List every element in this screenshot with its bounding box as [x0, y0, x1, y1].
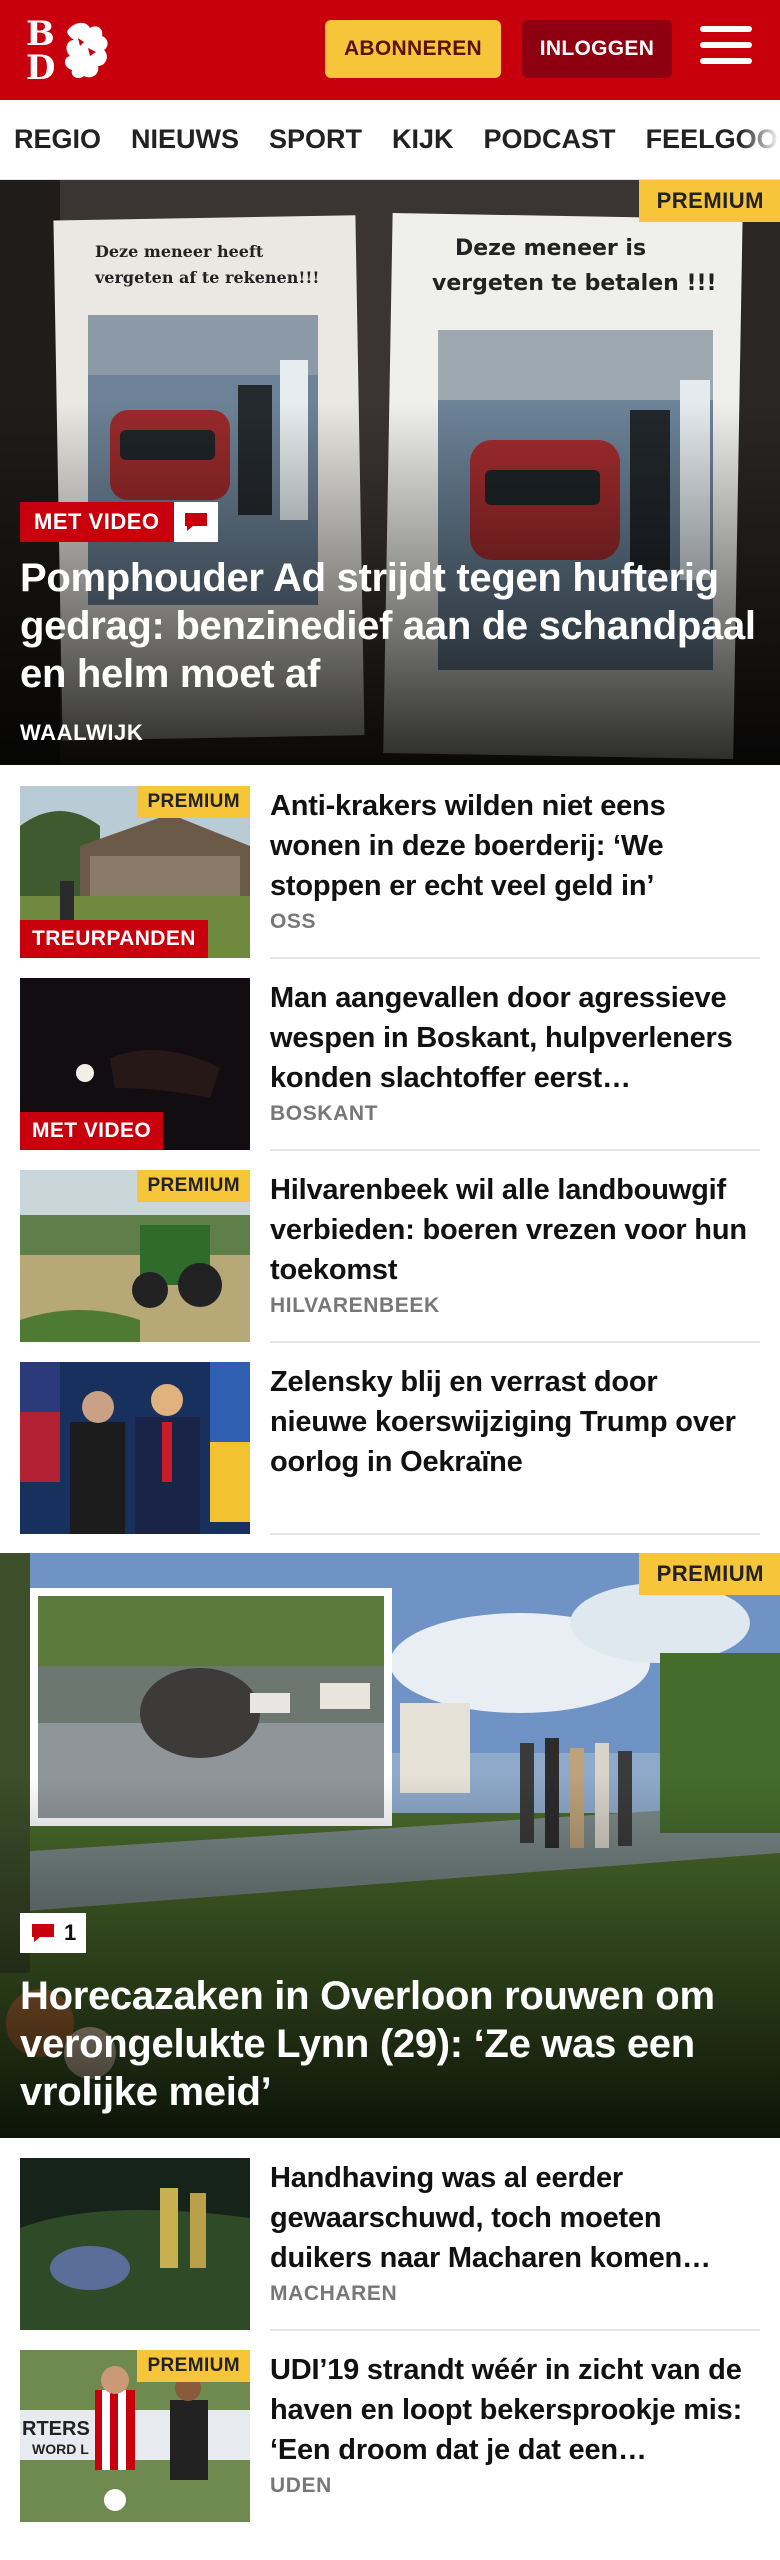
menu-icon[interactable]: [700, 26, 752, 72]
divider: [270, 1341, 760, 1343]
svg-text:vergeten te betalen !!!: vergeten te betalen !!!: [432, 271, 717, 296]
sign-left-text: Deze meneer heeft: [95, 242, 264, 261]
svg-text:Deze meneer is: Deze meneer is: [455, 236, 646, 261]
comment-icon: [173, 502, 218, 542]
hero-location: WAALWIJK: [20, 720, 144, 745]
logo-letter-d: D: [26, 48, 56, 88]
article-title[interactable]: Hilvarenbeek wil alle landbouw­gif verbi…: [270, 1170, 760, 1290]
hero-article-2[interactable]: PREMIUM 1 Horecazaken in Overloon rouwen…: [0, 1553, 780, 2138]
comment-count-badge[interactable]: 1: [20, 1913, 87, 1953]
section-nav: REGIO NIEUWS SPORT KIJK PODCAST FEELGOOD: [0, 100, 780, 180]
hero-title[interactable]: Horecazaken in Overloon rouwen om verong…: [20, 1972, 760, 2116]
lion-icon: [64, 22, 108, 78]
divider: [270, 1149, 760, 1151]
premium-badge: PREMIUM: [638, 180, 780, 222]
article-thumbnail: RTERS CL WORD L PREMIUM: [20, 2350, 250, 2522]
nav-item-kijk[interactable]: KIJK: [392, 124, 454, 155]
article-thumbnail: [20, 2158, 250, 2330]
article-title[interactable]: Zelensky blij en verrast door nieuwe koe…: [270, 1362, 760, 1482]
hero-article-1[interactable]: Deze meneer heeft vergeten af te rekenen…: [0, 180, 780, 765]
logo[interactable]: B D: [26, 14, 114, 88]
article-location: MACHAREN: [270, 2282, 398, 2305]
article-title[interactable]: UDI’19 strandt wéér in zicht van de have…: [270, 2350, 760, 2470]
video-badge: MET VIDEO: [20, 502, 218, 542]
article-location: BOSKANT: [270, 1102, 379, 1125]
article-title[interactable]: Handhaving was al eerder gewaarschuwd, t…: [270, 2158, 760, 2278]
premium-badge: PREMIUM: [638, 1553, 780, 1595]
article-title[interactable]: Anti-krakers wilden niet eens wonen in d…: [270, 786, 760, 906]
article-thumbnail: PREMIUM TREURPANDEN: [20, 786, 250, 958]
article-title[interactable]: Man aangevallen door agressieve wespen i…: [270, 978, 760, 1098]
article-location: HILVARENBEEK: [270, 1294, 440, 1317]
premium-badge: PREMIUM: [137, 1170, 250, 1202]
divider: [270, 1533, 760, 1535]
hero-title[interactable]: Pomphouder Ad strijdt tegen hufterig ged…: [20, 554, 760, 698]
comment-icon: [32, 1924, 54, 1942]
premium-badge: PREMIUM: [137, 2350, 250, 2382]
top-bar: B D ABONNEREN INLOGGEN: [0, 0, 780, 100]
article-item[interactable]: Handhaving was al eerder gewaarschuwd, t…: [20, 2158, 760, 2330]
article-thumbnail: PREMIUM: [20, 1170, 250, 1342]
svg-text:vergeten af te rekenen!!!: vergeten af te rekenen!!!: [94, 268, 319, 287]
comment-count: 1: [64, 1920, 77, 1945]
nav-item-nieuws[interactable]: NIEUWS: [131, 124, 239, 155]
subscribe-button[interactable]: ABONNEREN: [325, 20, 501, 78]
nav-item-regio[interactable]: REGIO: [14, 124, 101, 155]
login-button[interactable]: INLOGGEN: [522, 20, 672, 78]
article-location: OSS: [270, 910, 317, 933]
article-thumbnail: [20, 1362, 250, 1534]
article-item[interactable]: PREMIUM Hilvarenbeek wil alle landbouw­g…: [20, 1170, 760, 1342]
banner-text-2: WORD L: [32, 2441, 89, 2457]
article-item[interactable]: MET VIDEO Man aangevallen door agressiev…: [20, 978, 760, 1150]
article-item[interactable]: PREMIUM TREURPANDEN Anti-krakers wilden …: [20, 786, 760, 958]
premium-badge: PREMIUM: [137, 786, 250, 818]
nav-item-sport[interactable]: SPORT: [269, 124, 362, 155]
category-badge: TREURPANDEN: [20, 920, 208, 958]
article-item[interactable]: RTERS CL WORD L PREMIUM UDI’19 strandt w…: [20, 2350, 760, 2522]
article-location: UDEN: [270, 2474, 332, 2497]
divider: [270, 2329, 760, 2331]
nav-item-podcast[interactable]: PODCAST: [484, 124, 616, 155]
article-item[interactable]: Zelensky blij en verrast door nieuwe koe…: [20, 1362, 760, 1534]
article-thumbnail: MET VIDEO: [20, 978, 250, 1150]
divider: [270, 957, 760, 959]
video-badge: MET VIDEO: [20, 1112, 164, 1150]
